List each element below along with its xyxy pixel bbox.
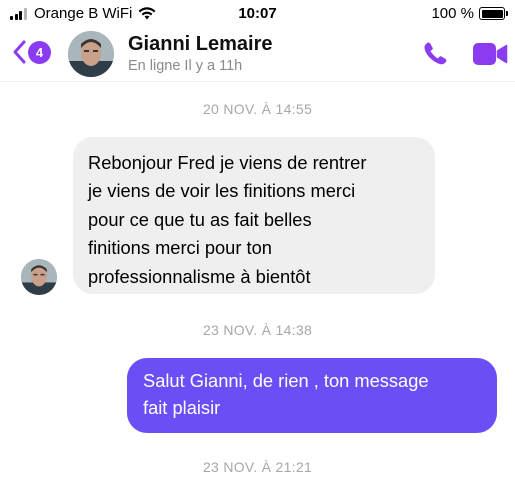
battery-percentage: 100 % bbox=[431, 5, 474, 22]
unread-count-badge: 4 bbox=[28, 40, 51, 64]
incoming-message-bubble[interactable]: Rebonjour Fred je viens de rentrer je vi… bbox=[73, 137, 435, 294]
outgoing-message-bubble[interactable]: Salut Gianni, de rien , ton message fait… bbox=[127, 358, 497, 433]
contact-avatar[interactable] bbox=[68, 31, 114, 77]
message-line: Rebonjour Fred je viens de rentrer bbox=[88, 152, 367, 173]
status-bar: Orange B WiFi 10:07 100 % bbox=[0, 0, 515, 28]
contact-photo bbox=[68, 31, 114, 77]
message-line: fait plaisir bbox=[143, 396, 221, 418]
chevron-left-icon bbox=[13, 40, 26, 64]
contact-status: En ligne Il y a 11h bbox=[128, 58, 243, 74]
phone-icon[interactable] bbox=[421, 40, 449, 68]
back-button[interactable]: 4 bbox=[12, 40, 51, 64]
battery-icon bbox=[479, 7, 508, 20]
video-camera-icon[interactable] bbox=[472, 42, 508, 66]
message-line: Salut Gianni, de rien , ton message bbox=[143, 370, 429, 391]
contact-name[interactable]: Gianni Lemaire bbox=[128, 33, 273, 56]
sender-avatar[interactable] bbox=[21, 259, 57, 295]
message-line: pour ce que tu as fait belles bbox=[88, 208, 312, 230]
message-line: professionnalisme à bientôt bbox=[88, 265, 311, 287]
conversation-header: 4 Gianni Lemaire En ligne Il y a 11h bbox=[0, 28, 515, 82]
sender-photo bbox=[21, 259, 57, 295]
message-line: finitions merci pour ton bbox=[88, 237, 272, 259]
message-timestamp: 23 NOV. À 14:38 bbox=[202, 322, 313, 338]
message-line: je viens de voir les finitions merci bbox=[88, 180, 356, 202]
message-timestamp: 23 NOV. À 21:21 bbox=[202, 459, 313, 475]
message-timestamp: 20 NOV. À 14:55 bbox=[202, 101, 313, 117]
status-right: 100 % bbox=[431, 5, 508, 22]
